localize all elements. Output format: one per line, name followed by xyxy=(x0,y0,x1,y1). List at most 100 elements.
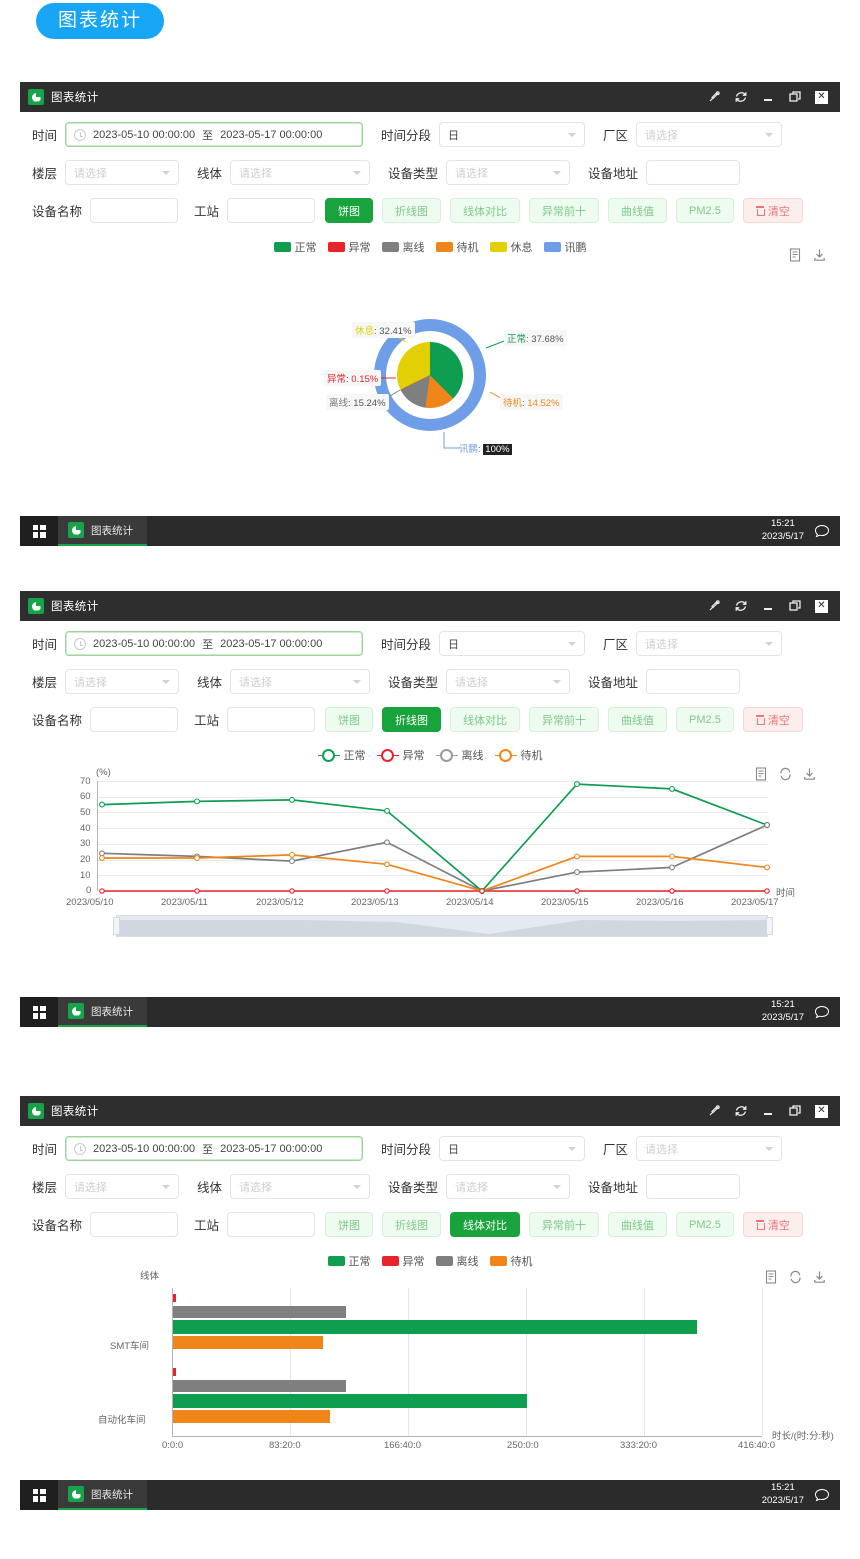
btn-top10-abnormal[interactable]: 异常前十 xyxy=(529,707,600,732)
btn-line[interactable]: 折线图 xyxy=(382,707,442,732)
refresh-icon[interactable] xyxy=(734,1104,748,1118)
pin-icon[interactable] xyxy=(707,1104,721,1118)
bar-standby-smt[interactable] xyxy=(173,1336,323,1349)
legend-item-normal[interactable]: 正常 xyxy=(327,1253,371,1269)
bar-normal-auto[interactable] xyxy=(173,1394,527,1408)
btn-top10-abnormal[interactable]: 异常前十 xyxy=(529,198,600,223)
btn-line[interactable]: 折线图 xyxy=(382,1212,442,1237)
minimize-icon[interactable] xyxy=(761,599,775,613)
btn-line[interactable]: 折线图 xyxy=(382,198,442,223)
station-input[interactable] xyxy=(227,1212,316,1237)
chat-icon[interactable] xyxy=(814,524,830,538)
pin-icon[interactable] xyxy=(707,599,721,613)
legend-item-abnormal[interactable]: 异常 xyxy=(381,1253,425,1269)
legend-item-abnormal[interactable]: 异常 xyxy=(376,747,425,763)
bar-offline-auto[interactable] xyxy=(173,1380,346,1392)
taskbar-app-item[interactable]: 图表统计 xyxy=(58,516,147,546)
segment-select[interactable]: 日 xyxy=(439,122,586,147)
plant-select[interactable]: 请选择 xyxy=(636,122,783,147)
btn-pm25[interactable]: PM2.5 xyxy=(676,198,734,223)
floor-select[interactable]: 请选择 xyxy=(65,160,180,185)
station-input[interactable] xyxy=(227,198,316,223)
chat-icon[interactable] xyxy=(814,1005,830,1019)
plant-select[interactable]: 请选择 xyxy=(636,631,783,656)
legend-item-rest[interactable]: 休息 xyxy=(489,239,533,255)
device-type-select[interactable]: 请选择 xyxy=(446,669,571,694)
legend-item-offline[interactable]: 离线 xyxy=(435,1253,479,1269)
legend-item-xinpeng[interactable]: 讯鹏 xyxy=(543,239,587,255)
minimize-icon[interactable] xyxy=(761,1104,775,1118)
start-button[interactable] xyxy=(20,997,58,1027)
btn-curve-value[interactable]: 曲线值 xyxy=(608,707,668,732)
legend-item-abnormal[interactable]: 异常 xyxy=(327,239,371,255)
btn-curve-value[interactable]: 曲线值 xyxy=(608,1212,668,1237)
device-name-input[interactable] xyxy=(90,1212,179,1237)
btn-clear[interactable]: 清空 xyxy=(742,198,803,223)
maximize-icon[interactable] xyxy=(788,90,802,104)
start-button[interactable] xyxy=(20,516,58,546)
line-select[interactable]: 请选择 xyxy=(230,669,371,694)
taskbar-app-item[interactable]: 图表统计 xyxy=(58,997,147,1027)
maximize-icon[interactable] xyxy=(788,599,802,613)
btn-line-compare[interactable]: 线体对比 xyxy=(450,1212,521,1237)
btn-pm25[interactable]: PM2.5 xyxy=(676,707,734,732)
line-select[interactable]: 请选择 xyxy=(230,160,371,185)
refresh-icon[interactable] xyxy=(734,90,748,104)
legend-item-standby[interactable]: 待机 xyxy=(494,747,543,763)
taskbar-app-item[interactable]: 图表统计 xyxy=(58,1480,147,1510)
chat-icon[interactable] xyxy=(814,1488,830,1502)
btn-curve-value[interactable]: 曲线值 xyxy=(608,198,668,223)
legend-item-standby[interactable]: 待机 xyxy=(435,239,479,255)
btn-line-compare[interactable]: 线体对比 xyxy=(450,198,521,223)
maximize-icon[interactable] xyxy=(788,1104,802,1118)
legend-item-offline[interactable]: 离线 xyxy=(381,239,425,255)
device-name-input[interactable] xyxy=(90,707,179,732)
segment-select[interactable]: 日 xyxy=(439,631,586,656)
bar-offline-smt[interactable] xyxy=(173,1306,346,1318)
btn-top10-abnormal[interactable]: 异常前十 xyxy=(529,1212,600,1237)
station-input[interactable] xyxy=(227,707,316,732)
btn-clear[interactable]: 清空 xyxy=(742,1212,803,1237)
bar-standby-auto[interactable] xyxy=(173,1410,330,1423)
bar-normal-smt[interactable] xyxy=(173,1320,697,1334)
datazoom-handle-left[interactable] xyxy=(113,917,120,935)
taskbar-clock[interactable]: 15:21 2023/5/17 xyxy=(762,1482,814,1508)
start-button[interactable] xyxy=(20,1480,58,1510)
floor-select[interactable]: 请选择 xyxy=(65,1174,180,1199)
device-addr-input[interactable] xyxy=(646,669,741,694)
datazoom-handle-right[interactable] xyxy=(766,917,773,935)
legend-item-normal[interactable]: 正常 xyxy=(317,747,366,763)
segment-select[interactable]: 日 xyxy=(439,1136,586,1161)
date-range-input[interactable]: 2023-05-10 00:00:00 至 2023-05-17 00:00:0… xyxy=(65,1136,364,1161)
btn-pie[interactable]: 饼图 xyxy=(325,1212,374,1237)
date-range-input[interactable]: 2023-05-10 00:00:00 至 2023-05-17 00:00:0… xyxy=(65,122,364,147)
datazoom-slider[interactable] xyxy=(116,915,768,937)
plant-select[interactable]: 请选择 xyxy=(636,1136,783,1161)
taskbar-clock[interactable]: 15:21 2023/5/17 xyxy=(762,999,814,1025)
btn-pm25[interactable]: PM2.5 xyxy=(676,1212,734,1237)
device-addr-input[interactable] xyxy=(646,1174,741,1199)
date-range-input[interactable]: 2023-05-10 00:00:00 至 2023-05-17 00:00:0… xyxy=(65,631,364,656)
close-icon[interactable]: ✕ xyxy=(815,90,828,104)
btn-pie[interactable]: 饼图 xyxy=(325,707,374,732)
device-type-select[interactable]: 请选择 xyxy=(446,160,571,185)
btn-pie[interactable]: 饼图 xyxy=(325,198,374,223)
device-addr-input[interactable] xyxy=(646,160,741,185)
bar-abnormal-smt[interactable] xyxy=(173,1294,176,1302)
taskbar-clock[interactable]: 15:21 2023/5/17 xyxy=(762,518,814,544)
device-name-input[interactable] xyxy=(90,198,179,223)
minimize-icon[interactable] xyxy=(761,90,775,104)
floor-select[interactable]: 请选择 xyxy=(65,669,180,694)
close-icon[interactable]: ✕ xyxy=(815,1104,828,1118)
legend-item-offline[interactable]: 离线 xyxy=(435,747,484,763)
bar-abnormal-auto[interactable] xyxy=(173,1368,176,1376)
btn-line-compare[interactable]: 线体对比 xyxy=(450,707,521,732)
legend-item-standby[interactable]: 待机 xyxy=(489,1253,533,1269)
refresh-icon[interactable] xyxy=(734,599,748,613)
legend-item-normal[interactable]: 正常 xyxy=(273,239,317,255)
pin-icon[interactable] xyxy=(707,90,721,104)
line-select[interactable]: 请选择 xyxy=(230,1174,371,1199)
btn-clear[interactable]: 清空 xyxy=(742,707,803,732)
device-type-select[interactable]: 请选择 xyxy=(446,1174,571,1199)
close-icon[interactable]: ✕ xyxy=(815,599,828,613)
